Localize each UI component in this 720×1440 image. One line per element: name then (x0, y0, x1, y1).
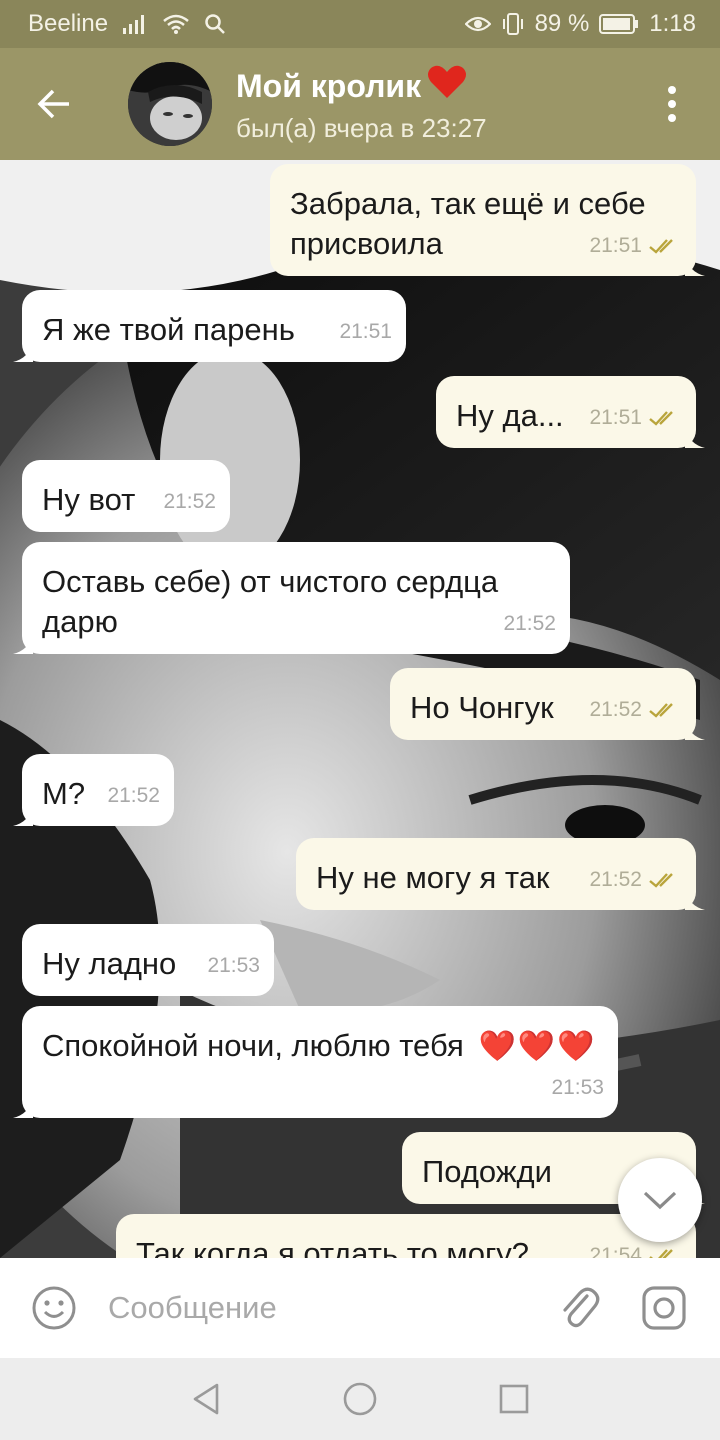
nav-back-icon (193, 1383, 219, 1415)
message-bubble-incoming[interactable]: Я же твой парень 21:51 (13, 290, 406, 362)
search-icon (204, 13, 226, 35)
camera-icon (642, 1286, 686, 1330)
paperclip-icon (563, 1287, 600, 1328)
message-bubble-incoming[interactable]: Ну вот 21:52 (22, 460, 230, 532)
message-text: М? (42, 776, 86, 811)
message-text: Но Чонгук (410, 690, 554, 725)
nav-recents-button[interactable] (437, 1358, 591, 1440)
eye-icon (464, 14, 491, 34)
message-input[interactable] (108, 1278, 538, 1338)
bubble-tail (685, 890, 705, 910)
bubble-tail (13, 342, 33, 362)
message-time: 21:51 (589, 406, 642, 429)
message-bubble-outgoing[interactable]: Так когда я отдать то могу? 21:54 (116, 1214, 696, 1258)
message-time: 21:54 (589, 1244, 642, 1258)
avatar[interactable] (128, 62, 212, 146)
status-bar: Beeline 89 % 1:18 (0, 0, 720, 48)
message-time: 21:52 (503, 612, 556, 635)
message-time: 21:53 (207, 954, 260, 977)
heart-emoji (427, 64, 467, 109)
nav-back-button[interactable] (129, 1358, 283, 1440)
chat-title[interactable]: Мой кролик (236, 64, 487, 109)
double-check-icon (649, 411, 673, 426)
bubble-tail (685, 428, 705, 448)
message-time: 21:52 (589, 868, 642, 891)
bubble-tail (13, 634, 33, 654)
message-bubble-incoming[interactable]: Спокойной ночи, люблю тебя ❤️❤️❤️ 21:53 (13, 1006, 618, 1118)
message-text: Подожди (422, 1154, 552, 1189)
heart-emoji: ❤️❤️❤️ (478, 1030, 597, 1063)
attach-button[interactable] (544, 1258, 614, 1358)
message-text: Ну не могу я так (316, 860, 550, 895)
nav-recents-icon (499, 1384, 529, 1414)
message-bubble-outgoing[interactable]: Но Чонгук 21:52 (390, 668, 705, 740)
system-nav-bar (0, 1358, 720, 1440)
emoji-icon (32, 1286, 76, 1330)
double-check-icon (649, 873, 673, 888)
vibrate-icon (501, 12, 525, 36)
carrier-label: Beeline (28, 10, 109, 37)
message-bubble-incoming[interactable]: М? 21:52 (13, 754, 174, 826)
chat-header: Мой кролик был(а) вчера в 23:27 (0, 48, 720, 160)
message-text: Спокойной ночи, люблю тебя (42, 1028, 464, 1063)
nav-home-button[interactable] (283, 1358, 437, 1440)
emoji-button[interactable] (0, 1258, 108, 1358)
message-text: Ну вот (42, 482, 136, 517)
wifi-icon (162, 13, 190, 35)
heart-icon (428, 65, 467, 98)
message-time: 21:51 (339, 320, 392, 343)
message-text: Оставь себе) от чистого сердца дарю (42, 564, 499, 639)
signal-icon (122, 13, 148, 35)
message-text: Ну ладно (42, 946, 177, 981)
message-text: Я же твой парень (42, 312, 295, 347)
contact-name: Мой кролик (236, 68, 422, 104)
message-time: 21:52 (163, 490, 216, 513)
message-time: 21:52 (589, 698, 642, 721)
message-time: 21:51 (589, 234, 642, 257)
message-bubble-incoming[interactable]: Оставь себе) от чистого сердца дарю 21:5… (13, 542, 570, 654)
last-seen-status: был(а) вчера в 23:27 (236, 112, 487, 143)
battery-percent: 89 % (534, 10, 590, 37)
message-bubble-outgoing[interactable]: Забрала, так ещё и себе присвоила 21:51 (270, 164, 705, 276)
bubble-tail (685, 720, 705, 740)
bubble-tail (13, 806, 33, 826)
message-bubble-outgoing[interactable]: Ну да... 21:51 (436, 376, 705, 448)
battery-icon (599, 13, 639, 35)
chat-area[interactable]: Забрала, так ещё и себе присвоила 21:51 … (0, 160, 720, 1258)
clock: 1:18 (649, 10, 696, 37)
bubble-tail (13, 1098, 33, 1118)
double-check-icon (649, 1249, 673, 1258)
message-time: 21:52 (107, 784, 160, 807)
message-time: 21:53 (551, 1076, 604, 1099)
bubble-tail (685, 256, 705, 276)
message-text: Так когда я отдать то могу? (136, 1236, 530, 1258)
message-bubble-outgoing[interactable]: Ну не могу я так 21:52 (296, 838, 705, 910)
nav-home-icon (343, 1382, 377, 1416)
message-composer (0, 1258, 720, 1358)
double-check-icon (649, 239, 673, 254)
more-menu-button[interactable] (624, 48, 720, 160)
double-check-icon (649, 703, 673, 718)
message-text: Ну да... (456, 398, 564, 433)
message-bubble-incoming[interactable]: Ну ладно 21:53 (22, 924, 274, 996)
back-button[interactable] (0, 48, 110, 160)
more-vertical-icon (668, 86, 676, 122)
chevron-down-icon (643, 1191, 677, 1210)
camera-button[interactable] (614, 1258, 714, 1358)
scroll-to-bottom-button[interactable] (618, 1158, 702, 1242)
back-arrow-icon (37, 89, 69, 119)
